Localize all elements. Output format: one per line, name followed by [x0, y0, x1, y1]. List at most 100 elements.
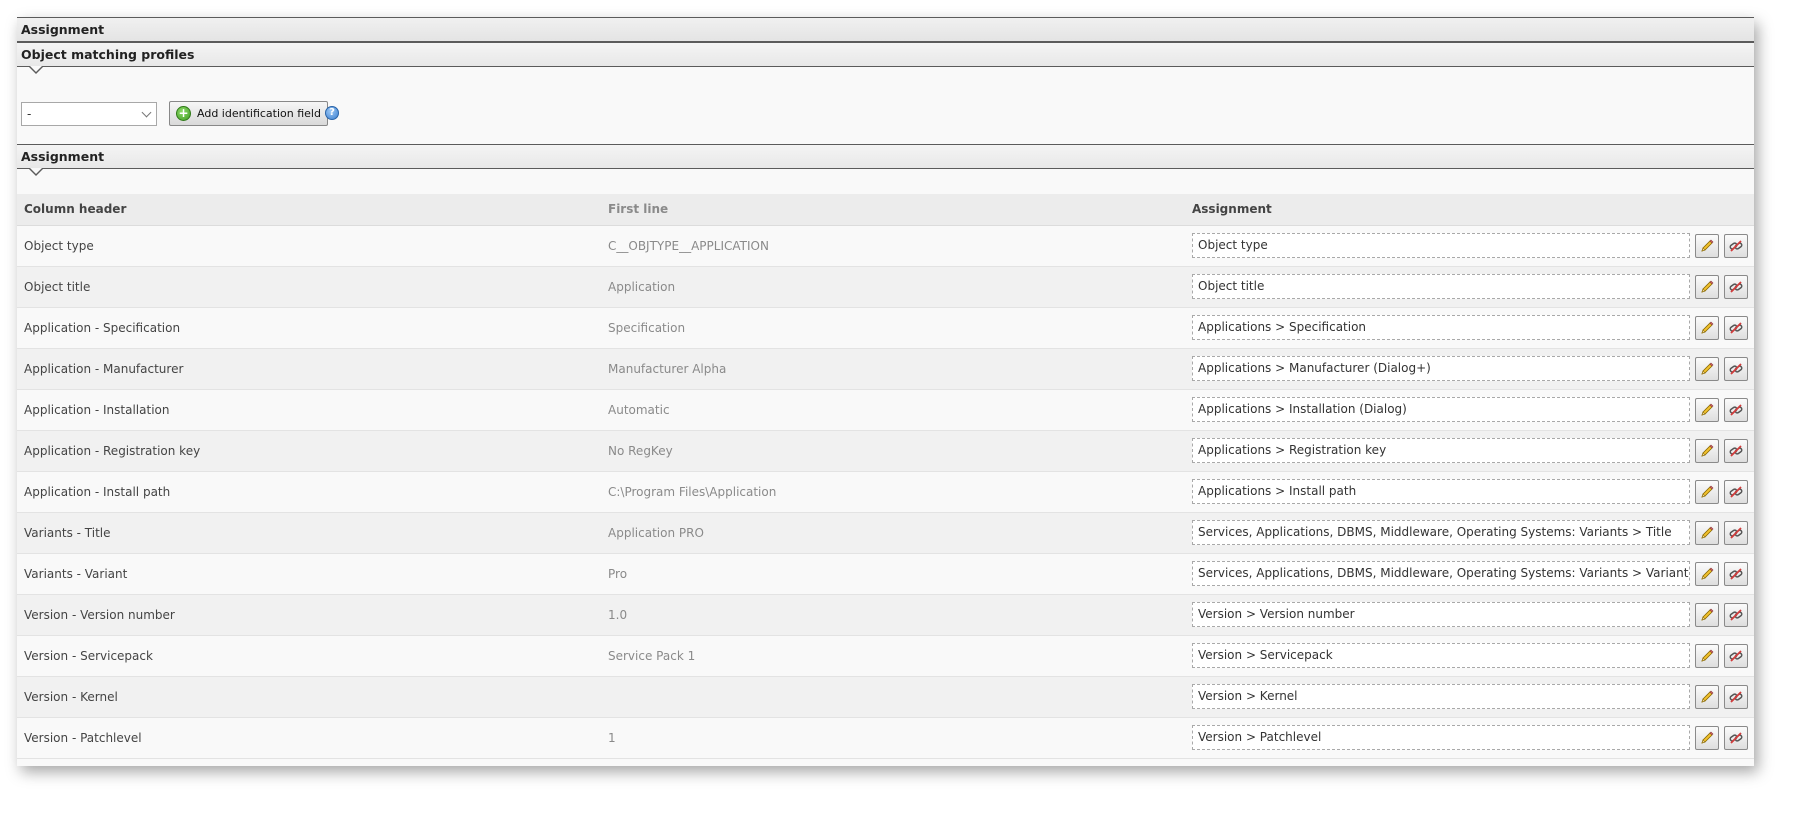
table-row: Application - Installation Automatic App…	[17, 389, 1754, 431]
table-row: Variants - Variant Pro Services, Applica…	[17, 553, 1754, 595]
table-row: Application - Install path C:\Program Fi…	[17, 471, 1754, 513]
detach-assignment-button[interactable]	[1724, 561, 1748, 586]
column-header-heading: Column header	[17, 194, 601, 226]
edit-assignment-button[interactable]	[1695, 725, 1720, 750]
pencil-icon	[1701, 690, 1714, 703]
edit-assignment-button[interactable]	[1695, 643, 1720, 668]
pencil-icon	[1701, 731, 1714, 744]
edit-assignment-button[interactable]	[1695, 356, 1720, 381]
assignment-cell: Applications > Registration key	[1185, 430, 1754, 472]
assignment-cell: Services, Applications, DBMS, Middleware…	[1185, 553, 1754, 595]
assignment-field[interactable]: Applications > Registration key	[1192, 438, 1691, 463]
profile-select-value: -	[27, 107, 32, 121]
assignment-field[interactable]: Applications > Install path	[1192, 479, 1691, 504]
detach-assignment-button[interactable]	[1724, 725, 1748, 750]
pencil-icon	[1701, 649, 1714, 662]
edit-assignment-button[interactable]	[1695, 233, 1720, 258]
edit-assignment-button[interactable]	[1695, 684, 1720, 709]
assignment-table-area: Column header First line Assignment Obje…	[17, 169, 1754, 759]
detach-assignment-button[interactable]	[1724, 315, 1748, 340]
assignment-section-title: Assignment	[21, 149, 105, 164]
assignment-cell: Applications > Installation (Dialog)	[1185, 389, 1754, 431]
edit-assignment-button[interactable]	[1695, 438, 1720, 463]
section-notch	[29, 168, 43, 176]
detach-assignment-button[interactable]	[1724, 274, 1748, 299]
table-row: Application - Specification Specificatio…	[17, 307, 1754, 349]
table-row: Version - Servicepack Service Pack 1 Ver…	[17, 635, 1754, 677]
pencil-icon	[1701, 485, 1714, 498]
profiles-section-header: Object matching profiles	[17, 42, 1754, 74]
assignment-cell: Services, Applications, DBMS, Middleware…	[1185, 512, 1754, 554]
pencil-icon	[1701, 403, 1714, 416]
column-header-cell: Application - Specification	[17, 307, 601, 349]
assignment-field[interactable]: Version > Kernel	[1192, 684, 1691, 709]
table-row: Version - Kernel Version > Kernel	[17, 676, 1754, 718]
column-header-cell: Variants - Variant	[17, 553, 601, 595]
detach-assignment-button[interactable]	[1724, 602, 1748, 627]
detach-assignment-button[interactable]	[1724, 233, 1748, 258]
assignment-section-header: Assignment	[17, 144, 1754, 176]
add-identification-field-button[interactable]: + Add identification field	[169, 101, 328, 126]
column-header-cell: Variants - Title	[17, 512, 601, 554]
detach-assignment-button[interactable]	[1724, 356, 1748, 381]
detach-assignment-button[interactable]	[1724, 479, 1748, 504]
first-line-cell: Manufacturer Alpha	[601, 348, 1185, 390]
assignment-field[interactable]: Applications > Specification	[1192, 315, 1691, 340]
column-header-cell: Application - Registration key	[17, 430, 601, 472]
edit-assignment-button[interactable]	[1695, 315, 1720, 340]
edit-assignment-button[interactable]	[1695, 520, 1720, 545]
edit-assignment-button[interactable]	[1695, 479, 1720, 504]
detach-assignment-button[interactable]	[1724, 684, 1748, 709]
assignment-field[interactable]: Services, Applications, DBMS, Middleware…	[1192, 561, 1691, 586]
assignment-field[interactable]: Object type	[1192, 233, 1691, 258]
table-row: Application - Registration key No RegKey…	[17, 430, 1754, 472]
edit-assignment-button[interactable]	[1695, 561, 1720, 586]
assignment-table: Column header First line Assignment Obje…	[17, 194, 1754, 759]
assignment-field[interactable]: Applications > Manufacturer (Dialog+)	[1192, 356, 1691, 381]
column-header-cell: Version - Patchlevel	[17, 717, 601, 759]
first-line-cell: Service Pack 1	[601, 635, 1185, 677]
pencil-icon	[1701, 444, 1714, 457]
assignment-field[interactable]: Services, Applications, DBMS, Middleware…	[1192, 520, 1691, 545]
detach-assignment-button[interactable]	[1724, 438, 1748, 463]
profiles-area: - + Add identification field ?	[17, 67, 1754, 144]
detach-assignment-button[interactable]	[1724, 643, 1748, 668]
unlink-icon	[1729, 567, 1743, 580]
assignment-field[interactable]: Version > Patchlevel	[1192, 725, 1691, 750]
assignment-field[interactable]: Applications > Installation (Dialog)	[1192, 397, 1691, 422]
unlink-icon	[1729, 731, 1743, 744]
help-icon[interactable]: ?	[325, 106, 339, 120]
column-header-cell: Application - Installation	[17, 389, 601, 431]
edit-assignment-button[interactable]	[1695, 397, 1720, 422]
assignment-heading: Assignment	[1185, 194, 1754, 226]
first-line-cell: C__OBJTYPE__APPLICATION	[601, 225, 1185, 267]
unlink-icon	[1729, 526, 1743, 539]
first-line-cell: Pro	[601, 553, 1185, 595]
add-identification-field-label: Add identification field	[197, 107, 321, 120]
profiles-section-title: Object matching profiles	[21, 47, 195, 62]
detach-assignment-button[interactable]	[1724, 520, 1748, 545]
first-line-cell: Application PRO	[601, 512, 1185, 554]
unlink-icon	[1729, 239, 1743, 252]
first-line-cell: 1.0	[601, 594, 1185, 636]
pencil-icon	[1701, 608, 1714, 621]
table-row: Version - Patchlevel 1 Version > Patchle…	[17, 717, 1754, 759]
edit-assignment-button[interactable]	[1695, 602, 1720, 627]
first-line-cell: Automatic	[601, 389, 1185, 431]
assignment-field[interactable]: Object title	[1192, 274, 1691, 299]
detach-assignment-button[interactable]	[1724, 397, 1748, 422]
table-header-row: Column header First line Assignment	[17, 194, 1754, 226]
assignment-field[interactable]: Version > Version number	[1192, 602, 1691, 627]
first-line-cell: C:\Program Files\Application	[601, 471, 1185, 513]
assignment-cell: Version > Servicepack	[1185, 635, 1754, 677]
first-line-cell	[601, 676, 1185, 718]
profile-select[interactable]: -	[21, 102, 157, 126]
unlink-icon	[1729, 485, 1743, 498]
assignment-cell: Version > Patchlevel	[1185, 717, 1754, 759]
edit-assignment-button[interactable]	[1695, 274, 1720, 299]
table-row: Object type C__OBJTYPE__APPLICATION Obje…	[17, 225, 1754, 267]
first-line-heading: First line	[601, 194, 1185, 226]
assignment-field[interactable]: Version > Servicepack	[1192, 643, 1691, 668]
unlink-icon	[1729, 403, 1743, 416]
column-header-cell: Version - Kernel	[17, 676, 601, 718]
